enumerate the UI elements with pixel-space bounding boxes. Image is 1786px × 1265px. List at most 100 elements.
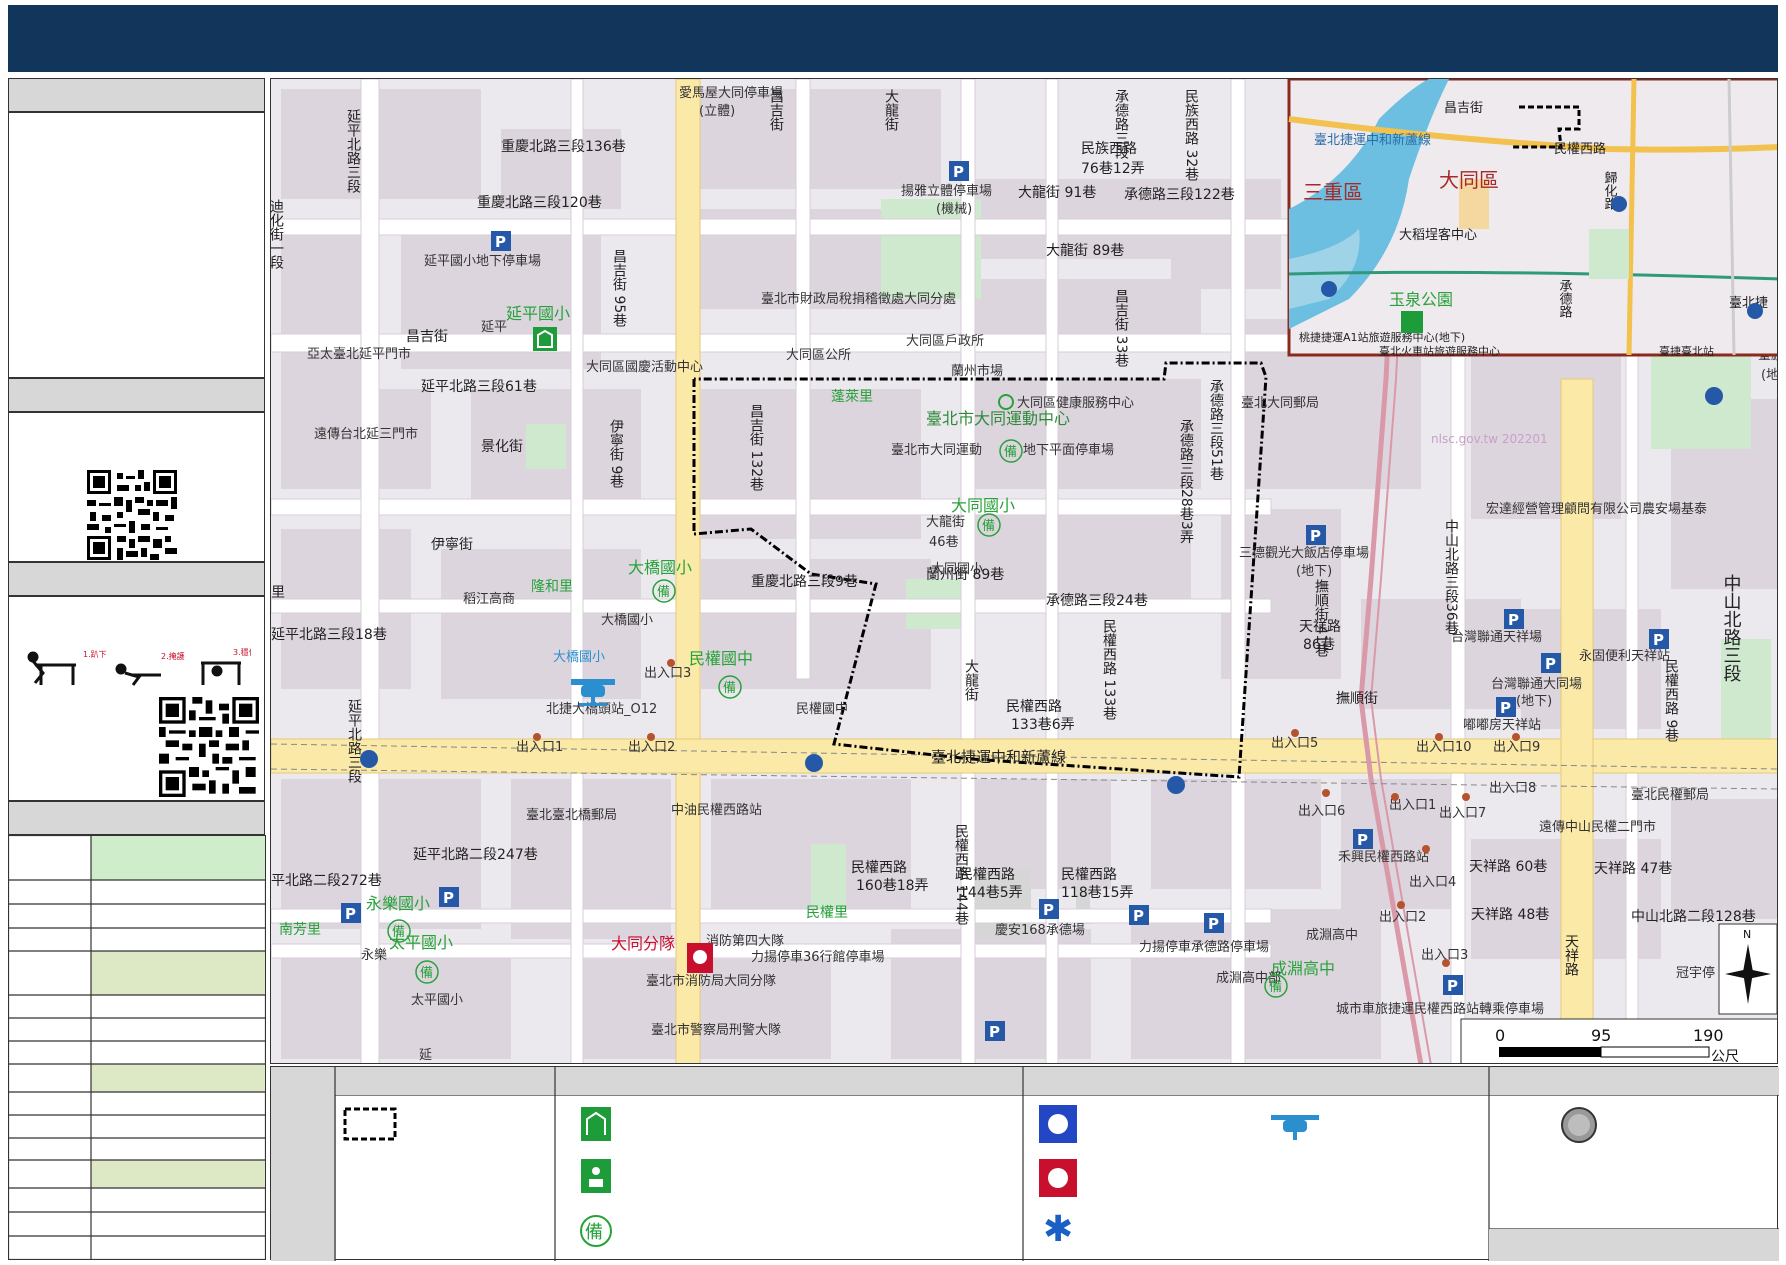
boundary-legend-icon (343, 1107, 397, 1141)
svg-text:延平: 延平 (481, 320, 507, 335)
gathering-point-legend-icon (1561, 1107, 1597, 1143)
svg-text:✱: ✱ (1043, 1209, 1073, 1250)
svg-text:承德路: 承德路 (1557, 279, 1573, 318)
helicopter-legend-icon (1271, 1115, 1319, 1140)
svg-text:臺北大同郵局: 臺北大同郵局 (1241, 396, 1319, 411)
svg-text:(立體): (立體) (699, 104, 735, 119)
sidebar-description-box (8, 112, 265, 378)
svg-text:冠宇停: 冠宇停 (1676, 965, 1715, 981)
svg-text:大同區戶政所: 大同區戶政所 (906, 334, 984, 349)
svg-text:延平北路三段61巷: 延平北路三段61巷 (421, 379, 537, 395)
svg-text:大同國小: 大同國小 (931, 562, 983, 577)
svg-text:P: P (345, 905, 356, 923)
earthquake-box: 1.趴下 2.掩護 3.穩住 (8, 596, 265, 801)
svg-text:臺北民權郵局: 臺北民權郵局 (1631, 788, 1709, 803)
medical-legend-icon: ✱ (1043, 1209, 1073, 1250)
qr-box-1 (8, 412, 265, 562)
svg-text:P: P (1447, 977, 1458, 995)
svg-text:昌吉街: 昌吉街 (1444, 101, 1483, 116)
svg-text:出入口5: 出入口5 (1271, 736, 1318, 751)
svg-text:承德路三段24巷: 承德路三段24巷 (1046, 593, 1148, 609)
svg-text:出入口2: 出入口2 (628, 740, 675, 755)
svg-text:消防第四大隊: 消防第四大隊 (706, 933, 784, 949)
svg-text:備: 備 (1004, 444, 1017, 460)
svg-text:成淵高中: 成淵高中 (1306, 927, 1358, 943)
svg-text:大稻埕客中心: 大稻埕客中心 (1399, 227, 1477, 243)
qr-code-icon-2[interactable] (159, 697, 259, 797)
svg-text:N: N (1743, 928, 1751, 941)
svg-text:民權西路: 民權西路 (1554, 141, 1606, 157)
svg-text:備: 備 (723, 680, 736, 696)
sidebar-header-4 (8, 801, 265, 835)
svg-text:民權西路 133巷: 民權西路 133巷 (1101, 619, 1117, 720)
svg-text:天祥路 60巷: 天祥路 60巷 (1469, 859, 1547, 875)
svg-text:大同區: 大同區 (1439, 168, 1499, 192)
scale-unit: 公尺 (1711, 1049, 1739, 1064)
svg-text:1.趴下: 1.趴下 (83, 650, 107, 659)
svg-text:城市車旅捷運民權西路站轉乘停車場: 城市車旅捷運民權西路站轉乘停車場 (1336, 1001, 1544, 1017)
scale-bar: 0 95 190 公尺 (1460, 1018, 1777, 1064)
svg-text:承德路三段: 承德路三段 (1113, 89, 1129, 159)
main-map[interactable]: 重慶北路三段136巷 重慶北路三段120巷 民族西路 76巷12弄 大龍街 91… (270, 78, 1778, 1064)
evacuation-park-legend-icon (581, 1159, 611, 1193)
svg-text:臺北市大同運動: 臺北市大同運動 (891, 442, 982, 458)
svg-text:大同區公所: 大同區公所 (786, 348, 851, 363)
svg-text:大同分隊: 大同分隊 (611, 934, 675, 953)
svg-text:備: 備 (420, 965, 433, 981)
svg-text:(地下): (地下) (1516, 694, 1552, 709)
svg-text:P: P (495, 233, 506, 251)
svg-text:出入口10: 出入口10 (1416, 740, 1472, 755)
svg-text:P: P (1508, 611, 1519, 629)
info-table (8, 835, 266, 1260)
svg-text:延平北路三段: 延平北路三段 (345, 109, 361, 193)
svg-text:稻江高商: 稻江高商 (463, 591, 515, 607)
svg-text:中山北路三段36巷: 中山北路三段36巷 (1443, 519, 1459, 635)
svg-text:備: 備 (982, 518, 995, 534)
svg-text:宏達經營管理顧問有限公司農安場基泰: 宏達經營管理顧問有限公司農安場基泰 (1486, 502, 1707, 517)
svg-text:P: P (1310, 527, 1321, 545)
svg-text:桃捷捷運A1站旅遊服務中心(地下): 桃捷捷運A1站旅遊服務中心(地下) (1299, 330, 1465, 344)
svg-text:蘭州市場: 蘭州市場 (951, 363, 1003, 379)
svg-text:民權西路 144巷: 民權西路 144巷 (953, 824, 969, 925)
qr-code-icon[interactable] (87, 470, 177, 560)
svg-text:(機械): (機械) (936, 202, 972, 217)
svg-text:大同國小: 大同國小 (951, 496, 1015, 515)
svg-text:延: 延 (419, 1048, 432, 1063)
svg-text:重慶北路三段9巷: 重慶北路三段9巷 (751, 574, 858, 590)
svg-text:備: 備 (585, 1222, 603, 1243)
backup-shelter-legend-icon: 備 (580, 1215, 612, 1247)
svg-text:大同區國慶活動中心: 大同區國慶活動中心 (586, 360, 703, 375)
svg-text:重慶北路三段120巷: 重慶北路三段120巷 (477, 195, 602, 211)
svg-text:臺北市消防局大同分隊: 臺北市消防局大同分隊 (646, 973, 776, 989)
svg-text:臺北火車站旅遊服務中心: 臺北火車站旅遊服務中心 (1379, 344, 1500, 358)
svg-text:景化街: 景化街 (481, 439, 523, 455)
svg-text:伊寧街: 伊寧街 (431, 536, 473, 553)
svg-text:三重區: 三重區 (1303, 180, 1363, 204)
svg-text:平北路二段272巷: 平北路二段272巷 (271, 873, 382, 889)
svg-text:出入口4: 出入口4 (1409, 875, 1456, 890)
svg-text:民權西路 9巷: 民權西路 9巷 (1663, 659, 1679, 743)
svg-text:出入口9: 出入口9 (1493, 740, 1540, 755)
svg-text:天祥路 47巷: 天祥路 47巷 (1594, 861, 1672, 877)
svg-text:大龍街 89巷: 大龍街 89巷 (1046, 242, 1124, 259)
svg-text:中山北路三段: 中山北路三段 (1721, 574, 1742, 682)
svg-text:(地下): (地下) (1296, 564, 1332, 579)
svg-text:昌吉街 95巷: 昌吉街 95巷 (611, 249, 627, 328)
svg-text:永固便利天祥站: 永固便利天祥站 (1579, 649, 1670, 664)
svg-text:慶安168承德場: 慶安168承德場 (995, 923, 1085, 938)
svg-text:備: 備 (1269, 979, 1282, 995)
svg-text:永樂: 永樂 (361, 947, 387, 963)
svg-text:臺北捷運中和新蘆線: 臺北捷運中和新蘆線 (1314, 132, 1431, 148)
svg-text:民權西路: 民權西路 (851, 860, 907, 876)
svg-text:撫順街: 撫順街 (1336, 691, 1378, 707)
svg-text:民族西路 32巷: 民族西路 32巷 (1183, 89, 1199, 182)
scale-tick-0: 0 (1495, 1026, 1505, 1045)
svg-text:重慶北路三段136巷: 重慶北路三段136巷 (501, 139, 626, 155)
svg-text:延平北路二段247巷: 延平北路二段247巷 (413, 847, 538, 863)
mrt-line-label: 臺北捷運中和新蘆線 (931, 748, 1066, 766)
fire-legend-icon (1039, 1159, 1077, 1197)
svg-text:大龍街: 大龍街 (926, 514, 965, 530)
svg-text:延平北路三段18巷: 延平北路三段18巷 (271, 627, 387, 643)
svg-text:出入口8: 出入口8 (1489, 781, 1536, 796)
svg-text:太平國小: 太平國小 (411, 993, 463, 1008)
